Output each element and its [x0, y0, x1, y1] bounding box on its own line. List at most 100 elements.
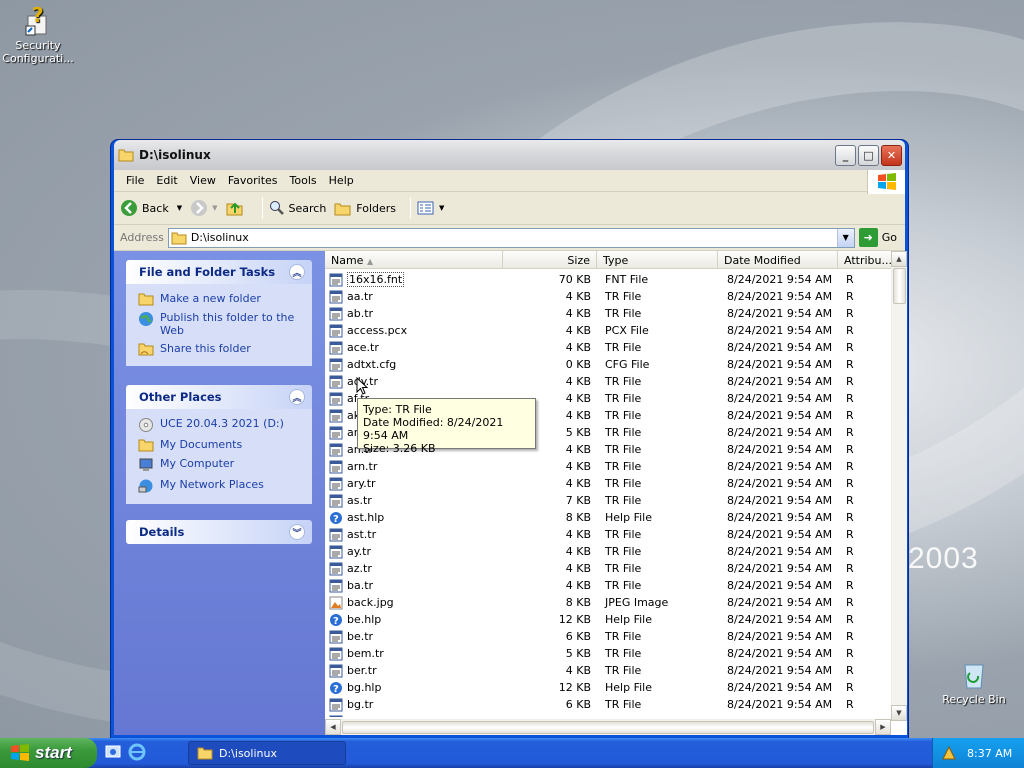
panel-header[interactable]: File and Folder Tasks ︽	[126, 260, 312, 284]
scroll-up-button[interactable]: ▲	[891, 251, 907, 267]
file-name-cell: ace.tr	[325, 341, 503, 355]
file-name-cell: ady.tr	[325, 375, 503, 389]
scroll-thumb-horizontal[interactable]	[342, 721, 874, 734]
file-row[interactable]: ? be.hlp 12 KB Help File 8/24/2021 9:54 AM R	[325, 611, 891, 628]
file-date: 8/24/2021 9:54 AM	[727, 392, 833, 405]
menu-tools[interactable]: Tools	[284, 174, 323, 187]
internet-explorer-icon[interactable]	[128, 743, 146, 761]
menu-file[interactable]: File	[120, 174, 150, 187]
file-date: 8/24/2021 9:54 AM	[727, 324, 833, 337]
collapse-chevron-icon[interactable]: ︽	[289, 389, 305, 405]
file-row[interactable]: be.tr 6 KB TR File 8/24/2021 9:54 AM R	[325, 628, 891, 645]
panel-header[interactable]: Other Places ︽	[126, 385, 312, 409]
folders-button[interactable]: Folders	[334, 200, 396, 216]
file-attributes: R	[846, 426, 854, 439]
menu-favorites[interactable]: Favorites	[222, 174, 284, 187]
column-header-row: Name ▲ Size Type Date Modified Attribu..…	[325, 251, 907, 269]
forward-button[interactable]: ▼	[190, 199, 218, 217]
file-row[interactable]: arn.tr 4 KB TR File 8/24/2021 9:54 AM R	[325, 458, 891, 475]
file-name-cell: bg.tr	[325, 698, 503, 712]
close-button[interactable]: ✕	[881, 144, 902, 166]
maximize-button[interactable]: □	[858, 144, 879, 166]
place-cd-drive[interactable]: UCE 20.04.3 2021 (D:)	[138, 415, 304, 436]
desktop-icon-recycle-bin[interactable]: Recycle Bin	[936, 658, 1012, 706]
place-my-computer[interactable]: My Computer	[138, 455, 304, 476]
column-header-attributes[interactable]: Attribu...	[838, 251, 892, 269]
file-row[interactable]: bg.tr 6 KB TR File 8/24/2021 9:54 AM R	[325, 696, 891, 713]
up-folder-button[interactable]	[226, 199, 248, 217]
show-desktop-icon[interactable]	[104, 743, 122, 761]
file-name: ay.tr	[347, 545, 372, 558]
horizontal-scrollbar[interactable]: ◀ ▶	[325, 719, 891, 735]
file-type: FNT File	[605, 273, 649, 286]
file-icon	[329, 443, 343, 456]
file-name: ab.tr	[347, 307, 374, 320]
file-row[interactable]: ? ast.hlp 8 KB Help File 8/24/2021 9:54 AM R	[325, 509, 891, 526]
address-input[interactable]: D:\isolinux ▼	[167, 227, 855, 248]
start-button[interactable]: start	[0, 738, 97, 768]
place-label: My Documents	[160, 438, 243, 451]
expand-chevron-icon[interactable]: ︾	[289, 524, 305, 540]
back-button[interactable]: Back ▼	[120, 199, 182, 217]
file-row[interactable]: as.tr 7 KB TR File 8/24/2021 9:54 AM R	[325, 492, 891, 509]
file-row[interactable]: ber.tr 4 KB TR File 8/24/2021 9:54 AM R	[325, 662, 891, 679]
place-my-documents[interactable]: My Documents	[138, 436, 304, 455]
file-row[interactable]: ary.tr 4 KB TR File 8/24/2021 9:54 AM R	[325, 475, 891, 492]
file-type: Help File	[605, 613, 652, 626]
window-titlebar[interactable]: D:\isolinux _ □ ✕	[114, 140, 905, 170]
chevron-down-icon[interactable]: ▼	[177, 204, 182, 212]
file-row[interactable]: ast.tr 4 KB TR File 8/24/2021 9:54 AM R	[325, 526, 891, 543]
column-header-name[interactable]: Name ▲	[325, 251, 503, 269]
column-header-size[interactable]: Size	[503, 251, 597, 269]
address-dropdown-button[interactable]: ▼	[836, 228, 854, 247]
file-row[interactable]: bho.tr 4 KBTR File8/24/2021 9:54 AMR	[325, 713, 891, 717]
file-attributes: R	[846, 579, 854, 592]
file-date: 8/24/2021 9:54 AM	[727, 426, 833, 439]
file-row[interactable]: back.jpg 8 KB JPEG Image 8/24/2021 9:54 AM R	[325, 594, 891, 611]
file-row[interactable]: adtxt.cfg 0 KB CFG File 8/24/2021 9:54 AM R	[325, 356, 891, 373]
back-label: Back	[142, 201, 169, 215]
scroll-down-button[interactable]: ▼	[891, 705, 907, 721]
panel-header[interactable]: Details ︾	[126, 520, 312, 544]
file-row[interactable]: bem.tr 5 KB TR File 8/24/2021 9:54 AM R	[325, 645, 891, 662]
file-row[interactable]: 16x16.fnt 70 KB FNT File 8/24/2021 9:54 AM R	[325, 271, 891, 288]
menu-help[interactable]: Help	[323, 174, 360, 187]
search-button[interactable]: Search	[269, 200, 326, 216]
file-row[interactable]: ab.tr 4 KB TR File 8/24/2021 9:54 AM R	[325, 305, 891, 322]
tray-icon[interactable]	[941, 745, 957, 761]
file-row[interactable]: ? bg.hlp 12 KB Help File 8/24/2021 9:54 AM R	[325, 679, 891, 696]
column-header-date-modified[interactable]: Date Modified	[718, 251, 838, 269]
file-attributes: R	[846, 664, 854, 677]
desktop-icon-security-config[interactable]: ? Security Configurati...	[0, 4, 76, 65]
file-row[interactable]: access.pcx 4 KB PCX File 8/24/2021 9:54 AM R	[325, 322, 891, 339]
column-header-type[interactable]: Type	[597, 251, 718, 269]
scroll-left-button[interactable]: ◀	[325, 719, 341, 735]
vertical-scrollbar[interactable]: ▲ ▼	[891, 251, 907, 721]
file-size: 12 KB	[558, 613, 591, 626]
file-row[interactable]: ay.tr 4 KB TR File 8/24/2021 9:54 AM R	[325, 543, 891, 560]
task-share-folder[interactable]: Share this folder	[138, 340, 304, 359]
collapse-chevron-icon[interactable]: ︽	[289, 264, 305, 280]
file-type: TR File	[597, 715, 718, 717]
minimize-button[interactable]: _	[835, 144, 856, 166]
go-button[interactable]: ➜ Go	[858, 228, 897, 247]
clock[interactable]: 8:37 AM	[967, 747, 1012, 760]
menu-view[interactable]: View	[184, 174, 222, 187]
scroll-thumb[interactable]	[893, 268, 906, 304]
file-icon	[329, 477, 343, 490]
file-type: TR File	[605, 545, 642, 558]
place-my-network-places[interactable]: My Network Places	[138, 476, 304, 497]
scroll-right-button[interactable]: ▶	[875, 719, 891, 735]
network-places-icon	[138, 479, 153, 493]
file-row[interactable]: az.tr 4 KB TR File 8/24/2021 9:54 AM R	[325, 560, 891, 577]
task-make-new-folder[interactable]: Make a new folder	[138, 290, 304, 309]
file-attributes: R	[846, 647, 854, 660]
views-button[interactable]: ▼	[417, 200, 444, 216]
task-publish-folder[interactable]: Publish this folder to the Web	[138, 309, 304, 340]
file-row[interactable]: ba.tr 4 KB TR File 8/24/2021 9:54 AM R	[325, 577, 891, 594]
taskbar-button-explorer[interactable]: D:\isolinux	[188, 741, 346, 765]
file-row[interactable]: ady.tr 4 KB TR File 8/24/2021 9:54 AM R	[325, 373, 891, 390]
file-row[interactable]: ace.tr 4 KB TR File 8/24/2021 9:54 AM R	[325, 339, 891, 356]
file-row[interactable]: aa.tr 4 KB TR File 8/24/2021 9:54 AM R	[325, 288, 891, 305]
menu-edit[interactable]: Edit	[150, 174, 183, 187]
